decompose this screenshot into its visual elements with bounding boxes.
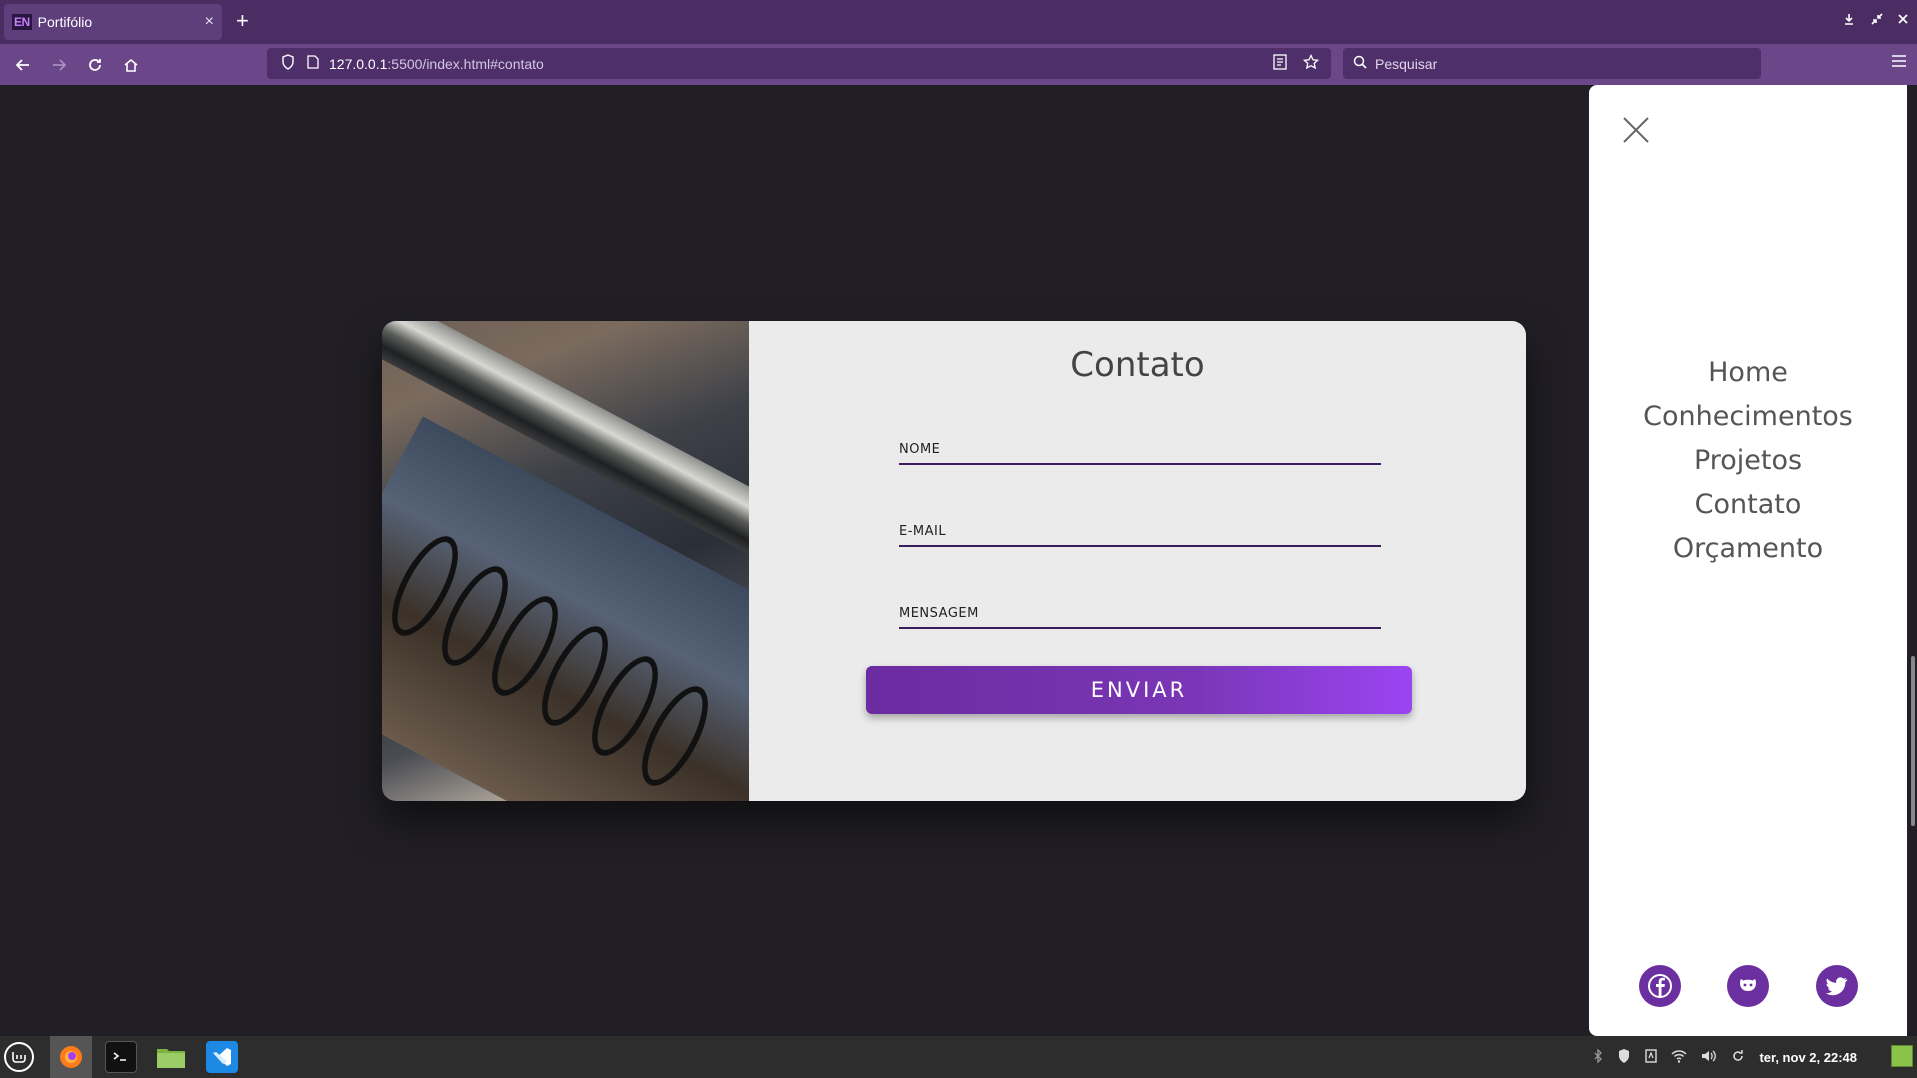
github-icon[interactable] [1727,965,1769,1007]
menu-link-home[interactable]: Home [1589,351,1907,395]
shield-tray-icon[interactable] [1617,1048,1631,1067]
facebook-icon[interactable] [1639,965,1681,1007]
browser-toolbar: 127.0.0.1:5500/index.html#contato Pesqui… [0,44,1917,85]
files-folder-icon[interactable] [155,1041,187,1073]
email-input[interactable] [899,517,1381,545]
name-input[interactable] [899,435,1381,463]
contact-title: Contato [1070,345,1205,385]
browser-tab-bar: EN Portifólio × + [0,0,1917,44]
menu-links: Home Conhecimentos Projetos Contato Orça… [1589,351,1907,571]
site-favicon: EN [12,14,32,30]
restore-icon[interactable] [1871,12,1883,28]
system-tray: ter, nov 2, 22:48 [1593,1048,1857,1067]
mint-menu-icon[interactable] [4,1042,34,1072]
twitter-icon[interactable] [1816,965,1858,1007]
email-field[interactable] [899,517,1381,547]
url-path: :5500/index.html#contato [387,55,544,72]
search-placeholder: Pesquisar [1375,55,1438,72]
message-input[interactable] [899,599,1381,627]
window-close-icon[interactable] [1897,12,1909,28]
contact-card: Contato ENVIAR [382,321,1526,801]
address-bar[interactable]: 127.0.0.1:5500/index.html#contato [267,48,1331,79]
minimize-icon[interactable] [1843,12,1855,28]
search-bar[interactable]: Pesquisar [1343,48,1761,79]
name-field[interactable] [899,435,1381,465]
vscode-icon[interactable] [206,1041,238,1073]
contact-form: Contato ENVIAR [749,321,1526,801]
wifi-icon[interactable] [1671,1049,1687,1066]
menu-link-conhecimentos[interactable]: Conhecimentos [1589,395,1907,439]
menu-link-projetos[interactable]: Projetos [1589,439,1907,483]
tab-close-icon[interactable]: × [205,13,214,31]
close-menu-icon[interactable] [1621,115,1651,145]
back-button[interactable] [10,52,36,78]
reload-button[interactable] [82,52,108,78]
update-manager-icon[interactable] [1731,1049,1745,1066]
firefox-taskbar-icon[interactable] [50,1036,92,1078]
keyboard-layout-icon[interactable] [1645,1049,1658,1066]
search-icon [1353,55,1367,72]
reader-view-icon[interactable] [1273,54,1287,73]
tab-title: Portifólio [37,14,93,30]
page-viewport: Contato ENVIAR Home Conhecimentos Projet… [0,85,1917,1036]
home-button[interactable] [118,52,144,78]
page-icon [307,55,319,72]
clock[interactable]: ter, nov 2, 22:48 [1759,1050,1857,1065]
new-tab-button[interactable]: + [236,10,249,32]
menu-link-orcamento[interactable]: Orçamento [1589,527,1907,571]
forward-button[interactable] [46,52,72,78]
hamburger-menu-icon[interactable] [1891,52,1907,73]
bluetooth-icon[interactable] [1593,1048,1603,1066]
side-menu: Home Conhecimentos Projetos Contato Orça… [1589,85,1907,1036]
url-host: 127.0.0.1 [329,55,388,72]
bookmark-star-icon[interactable] [1302,53,1320,73]
browser-tab[interactable]: EN Portifólio × [4,4,222,40]
volume-icon[interactable] [1701,1049,1717,1066]
os-taskbar: ter, nov 2, 22:48 [0,1036,1917,1078]
shield-icon[interactable] [281,54,295,73]
menu-link-contato[interactable]: Contato [1589,483,1907,527]
notebook-photo [382,321,749,801]
show-desktop-button[interactable] [1891,1045,1913,1067]
send-button[interactable]: ENVIAR [866,666,1412,714]
page-scrollbar[interactable] [1911,656,1915,826]
terminal-icon[interactable] [105,1041,137,1073]
message-field[interactable] [899,599,1381,629]
